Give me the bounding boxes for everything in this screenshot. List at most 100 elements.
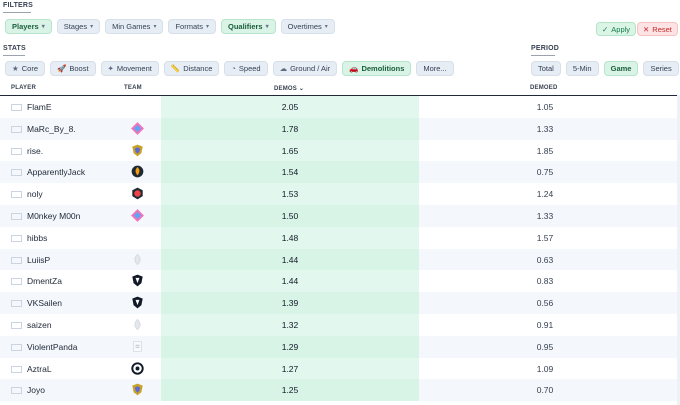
- team-red-badge-logo[interactable]: [131, 187, 144, 200]
- stats-chip-movement[interactable]: ✦ Movement: [100, 61, 159, 76]
- player-name[interactable]: M0nkey M00n: [27, 211, 80, 221]
- table-row[interactable]: saizen 1.32 0.91: [0, 314, 677, 336]
- player-name[interactable]: Joyo: [27, 385, 45, 395]
- period-chip-series[interactable]: Series: [643, 61, 679, 76]
- period-chip-5-min[interactable]: 5-Min: [565, 61, 599, 76]
- filters-chip-qualifiers[interactable]: Qualifiers ▾: [220, 19, 276, 34]
- table-row[interactable]: LuiisP 1.44 0.63: [0, 248, 677, 271]
- stats-chip-ground-air[interactable]: ☁ Ground / Air: [272, 61, 338, 76]
- player-name[interactable]: DmentZa: [27, 276, 62, 286]
- demoed-value: 0.83: [536, 276, 554, 287]
- team-orange-flame-logo[interactable]: [131, 165, 144, 178]
- team-column-header[interactable]: TEAM: [124, 85, 142, 91]
- england-flag-icon: [11, 104, 22, 111]
- demoed-value: 0.56: [536, 298, 554, 309]
- player-name[interactable]: AztraL: [27, 364, 52, 374]
- demos-value: 1.44: [281, 276, 299, 287]
- filters-chip-label: Min Games: [112, 22, 151, 31]
- filters-chip-overtimes[interactable]: Overtimes ▾: [280, 19, 335, 34]
- team-pink-diamond-logo[interactable]: [131, 209, 144, 222]
- table-row[interactable]: noly 1.53 1.24: [0, 183, 677, 205]
- stats-chip-distance[interactable]: 📏 Distance: [163, 61, 220, 76]
- team-gold-shield-logo[interactable]: [131, 144, 144, 157]
- demoed-column-header[interactable]: DEMOED: [530, 85, 558, 91]
- filters-chip-min-games[interactable]: Min Games ▾: [105, 19, 164, 34]
- stats-chip-label: Boost: [69, 64, 89, 73]
- table-row[interactable]: VKSailen 1.39 0.56: [0, 292, 677, 314]
- demos-value: 1.78: [281, 123, 299, 134]
- england-flag-icon: [11, 169, 22, 177]
- filters-chip-label: Players: [12, 22, 39, 31]
- team-black-shield-logo[interactable]: [131, 274, 144, 287]
- player-name[interactable]: ViolentPanda: [27, 342, 77, 352]
- stats-chip-row: ★ Core 🚀 Boost ✦ Movement 📏 Distance ◔ Speed ☁ Grou…: [5, 61, 454, 76]
- demoed-value: 0.95: [536, 341, 554, 352]
- player-name[interactable]: saizen: [27, 320, 52, 330]
- table-row[interactable]: M0nkey M00n 1.50 1.33: [0, 204, 677, 227]
- demoed-value: 1.24: [536, 189, 554, 200]
- player-name[interactable]: LuiisP: [27, 255, 50, 265]
- cloud-icon: ☁: [279, 64, 288, 73]
- player-name[interactable]: FlamE: [27, 102, 52, 112]
- player-name[interactable]: noly: [27, 189, 43, 199]
- period-chip-row: Total 5-Min Game Series: [531, 61, 679, 76]
- table-row[interactable]: rise. 1.65 1.85: [0, 140, 677, 162]
- ruler-icon: 📏: [170, 64, 181, 73]
- team-white-card-logo[interactable]: [131, 340, 144, 353]
- check-icon: ✓: [602, 24, 609, 34]
- rocket-icon: 🚀: [57, 64, 67, 73]
- apply-button[interactable]: ✓ Apply: [596, 22, 637, 36]
- netherlands-flag-icon: [11, 343, 22, 351]
- runner-icon: ✦: [107, 64, 114, 73]
- period-chip-total[interactable]: Total: [531, 61, 561, 76]
- demos-value: 1.27: [281, 363, 299, 374]
- table-row[interactable]: DmentZa 1.44 0.83: [0, 270, 677, 292]
- filters-chip-stages[interactable]: Stages ▾: [56, 19, 101, 34]
- demos-value: 1.32: [281, 319, 299, 330]
- demoed-value: 1.05: [536, 102, 554, 112]
- table-row[interactable]: hibbs 1.48 1.57: [0, 227, 677, 249]
- player-column-header[interactable]: PLAYER: [11, 85, 36, 91]
- table-row[interactable]: ViolentPanda 1.29 0.95: [0, 335, 677, 358]
- stats-chip-more[interactable]: More...: [416, 61, 454, 76]
- team-gray-flame-logo[interactable]: [131, 318, 144, 331]
- period-chip-game[interactable]: Game: [603, 61, 639, 76]
- filters-chip-formats[interactable]: Formats ▾: [168, 19, 216, 34]
- reset-button[interactable]: ✕ Reset: [637, 22, 678, 36]
- stats-chip-demolitions[interactable]: 🚗 Demolitions: [342, 61, 412, 76]
- spain-flag-icon: [11, 278, 22, 286]
- team-gray-flame-logo[interactable]: [131, 253, 144, 266]
- player-name[interactable]: ApparentlyJack: [27, 167, 85, 177]
- stats-chip-speed[interactable]: ◔ Speed: [224, 61, 268, 76]
- player-name[interactable]: MaRc_By_8.: [27, 124, 76, 134]
- demos-value: 1.54: [281, 167, 299, 178]
- demos-column-header[interactable]: DEMOS ⌄: [274, 85, 304, 92]
- table-row[interactable]: AztraL 1.27 1.09: [0, 358, 677, 380]
- period-chip-label: Series: [650, 64, 672, 73]
- demoed-value: 1.33: [536, 123, 554, 134]
- england-flag-icon: [11, 387, 22, 395]
- stats-chip-core[interactable]: ★ Core: [5, 61, 45, 76]
- player-name[interactable]: hibbs: [27, 233, 47, 243]
- apply-button-label: Apply: [611, 24, 631, 34]
- table-row[interactable]: Joyo 1.25 0.70: [0, 379, 677, 402]
- demoed-value: 0.63: [536, 254, 554, 265]
- player-name[interactable]: VKSailen: [27, 298, 62, 308]
- france-flag-icon: [11, 321, 22, 329]
- team-pink-diamond-logo[interactable]: [131, 121, 144, 135]
- chevron-down-icon: ▾: [90, 24, 94, 30]
- team-black-shield-logo[interactable]: [131, 296, 144, 309]
- period-section-label: PERIOD: [531, 45, 560, 56]
- table-row[interactable]: MaRc_By_8. 1.78 1.33: [0, 117, 677, 140]
- table-row[interactable]: ApparentlyJack 1.54 0.75: [0, 161, 677, 184]
- team-gold-shield-logo[interactable]: [131, 383, 144, 396]
- filters-chip-players[interactable]: Players ▾: [5, 19, 52, 34]
- team-black-swirl-logo[interactable]: [131, 361, 144, 375]
- stats-section-label: STATS: [3, 45, 26, 56]
- england-flag-icon: [11, 234, 22, 242]
- player-name[interactable]: rise.: [27, 146, 43, 156]
- stats-chip-boost[interactable]: 🚀 Boost: [50, 61, 96, 76]
- table-row[interactable]: FlamE 2.05 1.05: [0, 96, 677, 118]
- stats-chip-label: Demolitions: [361, 64, 405, 73]
- france-flag-icon: [11, 212, 22, 220]
